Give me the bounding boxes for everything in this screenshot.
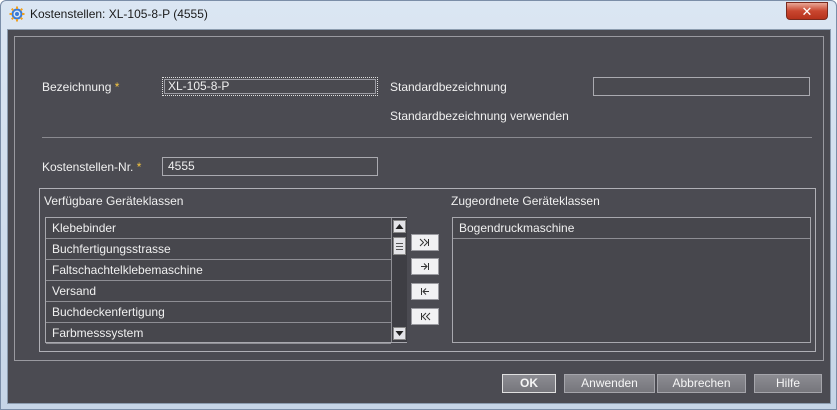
assigned-title: Zugeordnete Geräteklassen <box>451 194 600 208</box>
main-panel: Bezeichnung * XL-105-8-P Standardbezeich… <box>14 36 824 361</box>
kostenstellen-nr-input[interactable]: 4555 <box>162 157 378 176</box>
standardbezeichnung-verwenden-label[interactable]: Standardbezeichnung verwenden <box>390 109 569 123</box>
add-button[interactable] <box>411 258 439 275</box>
bezeichnung-input[interactable]: XL-105-8-P <box>162 77 378 96</box>
arrow-up-icon <box>395 224 404 229</box>
list-item[interactable]: Versand <box>46 281 391 302</box>
arrow-right-icon <box>421 263 429 270</box>
remove-button[interactable] <box>411 283 439 300</box>
list-item[interactable]: Faltschachtelklebemaschine <box>46 260 391 281</box>
required-marker: * <box>136 160 142 174</box>
help-button[interactable]: Hilfe <box>754 374 822 393</box>
title-bar[interactable]: Kostenstellen: XL-105-8-P (4555) ✕ <box>1 1 836 27</box>
add-all-button[interactable] <box>411 234 439 251</box>
double-arrow-right-icon <box>419 238 429 247</box>
available-items: Klebebinder Buchfertigungsstrasse Faltsc… <box>46 218 391 344</box>
list-item[interactable]: Bogendruckmaschine <box>453 218 810 239</box>
available-title: Verfügbare Geräteklassen <box>44 194 184 208</box>
cancel-button[interactable]: Abbrechen <box>657 374 746 393</box>
list-item[interactable]: Farbmesssystem <box>46 323 391 344</box>
grip-icon <box>396 243 403 250</box>
list-item[interactable]: Buchfertigungsstrasse <box>46 239 391 260</box>
kostenstellen-nr-label: Kostenstellen-Nr. * <box>42 160 142 174</box>
dialog-content: Bezeichnung * XL-105-8-P Standardbezeich… <box>7 29 831 404</box>
double-arrow-left-icon <box>421 312 431 321</box>
close-icon: ✕ <box>801 4 813 19</box>
standardbezeichnung-input[interactable] <box>593 77 810 96</box>
remove-all-button[interactable] <box>411 308 439 325</box>
arrow-left-icon <box>421 288 429 295</box>
ok-button[interactable]: OK <box>502 374 556 393</box>
scroll-down-button[interactable] <box>393 327 406 340</box>
geraeteklassen-group: Verfügbare Geräteklassen Zugeordnete Ger… <box>39 188 816 352</box>
dialog-window: Kostenstellen: XL-105-8-P (4555) ✕ Bezei… <box>0 0 837 410</box>
available-list[interactable]: Klebebinder Buchfertigungsstrasse Faltsc… <box>45 217 407 344</box>
close-button[interactable]: ✕ <box>786 2 828 20</box>
app-gear-icon <box>9 6 25 22</box>
standardbezeichnung-label: Standardbezeichnung <box>390 80 507 94</box>
apply-button[interactable]: Anwenden <box>564 374 655 393</box>
list-item[interactable]: Buchdeckenfertigung <box>46 302 391 323</box>
scrollbar[interactable] <box>391 218 407 342</box>
required-marker: * <box>114 80 120 94</box>
scroll-thumb[interactable] <box>393 237 406 255</box>
window-title: Kostenstellen: XL-105-8-P (4555) <box>30 7 208 21</box>
bezeichnung-label: Bezeichnung * <box>42 80 120 94</box>
list-item[interactable]: Klebebinder <box>46 218 391 239</box>
assigned-list[interactable]: Bogendruckmaschine <box>452 217 811 343</box>
divider <box>42 137 812 138</box>
arrow-down-icon <box>395 331 404 336</box>
scroll-up-button[interactable] <box>393 220 406 233</box>
